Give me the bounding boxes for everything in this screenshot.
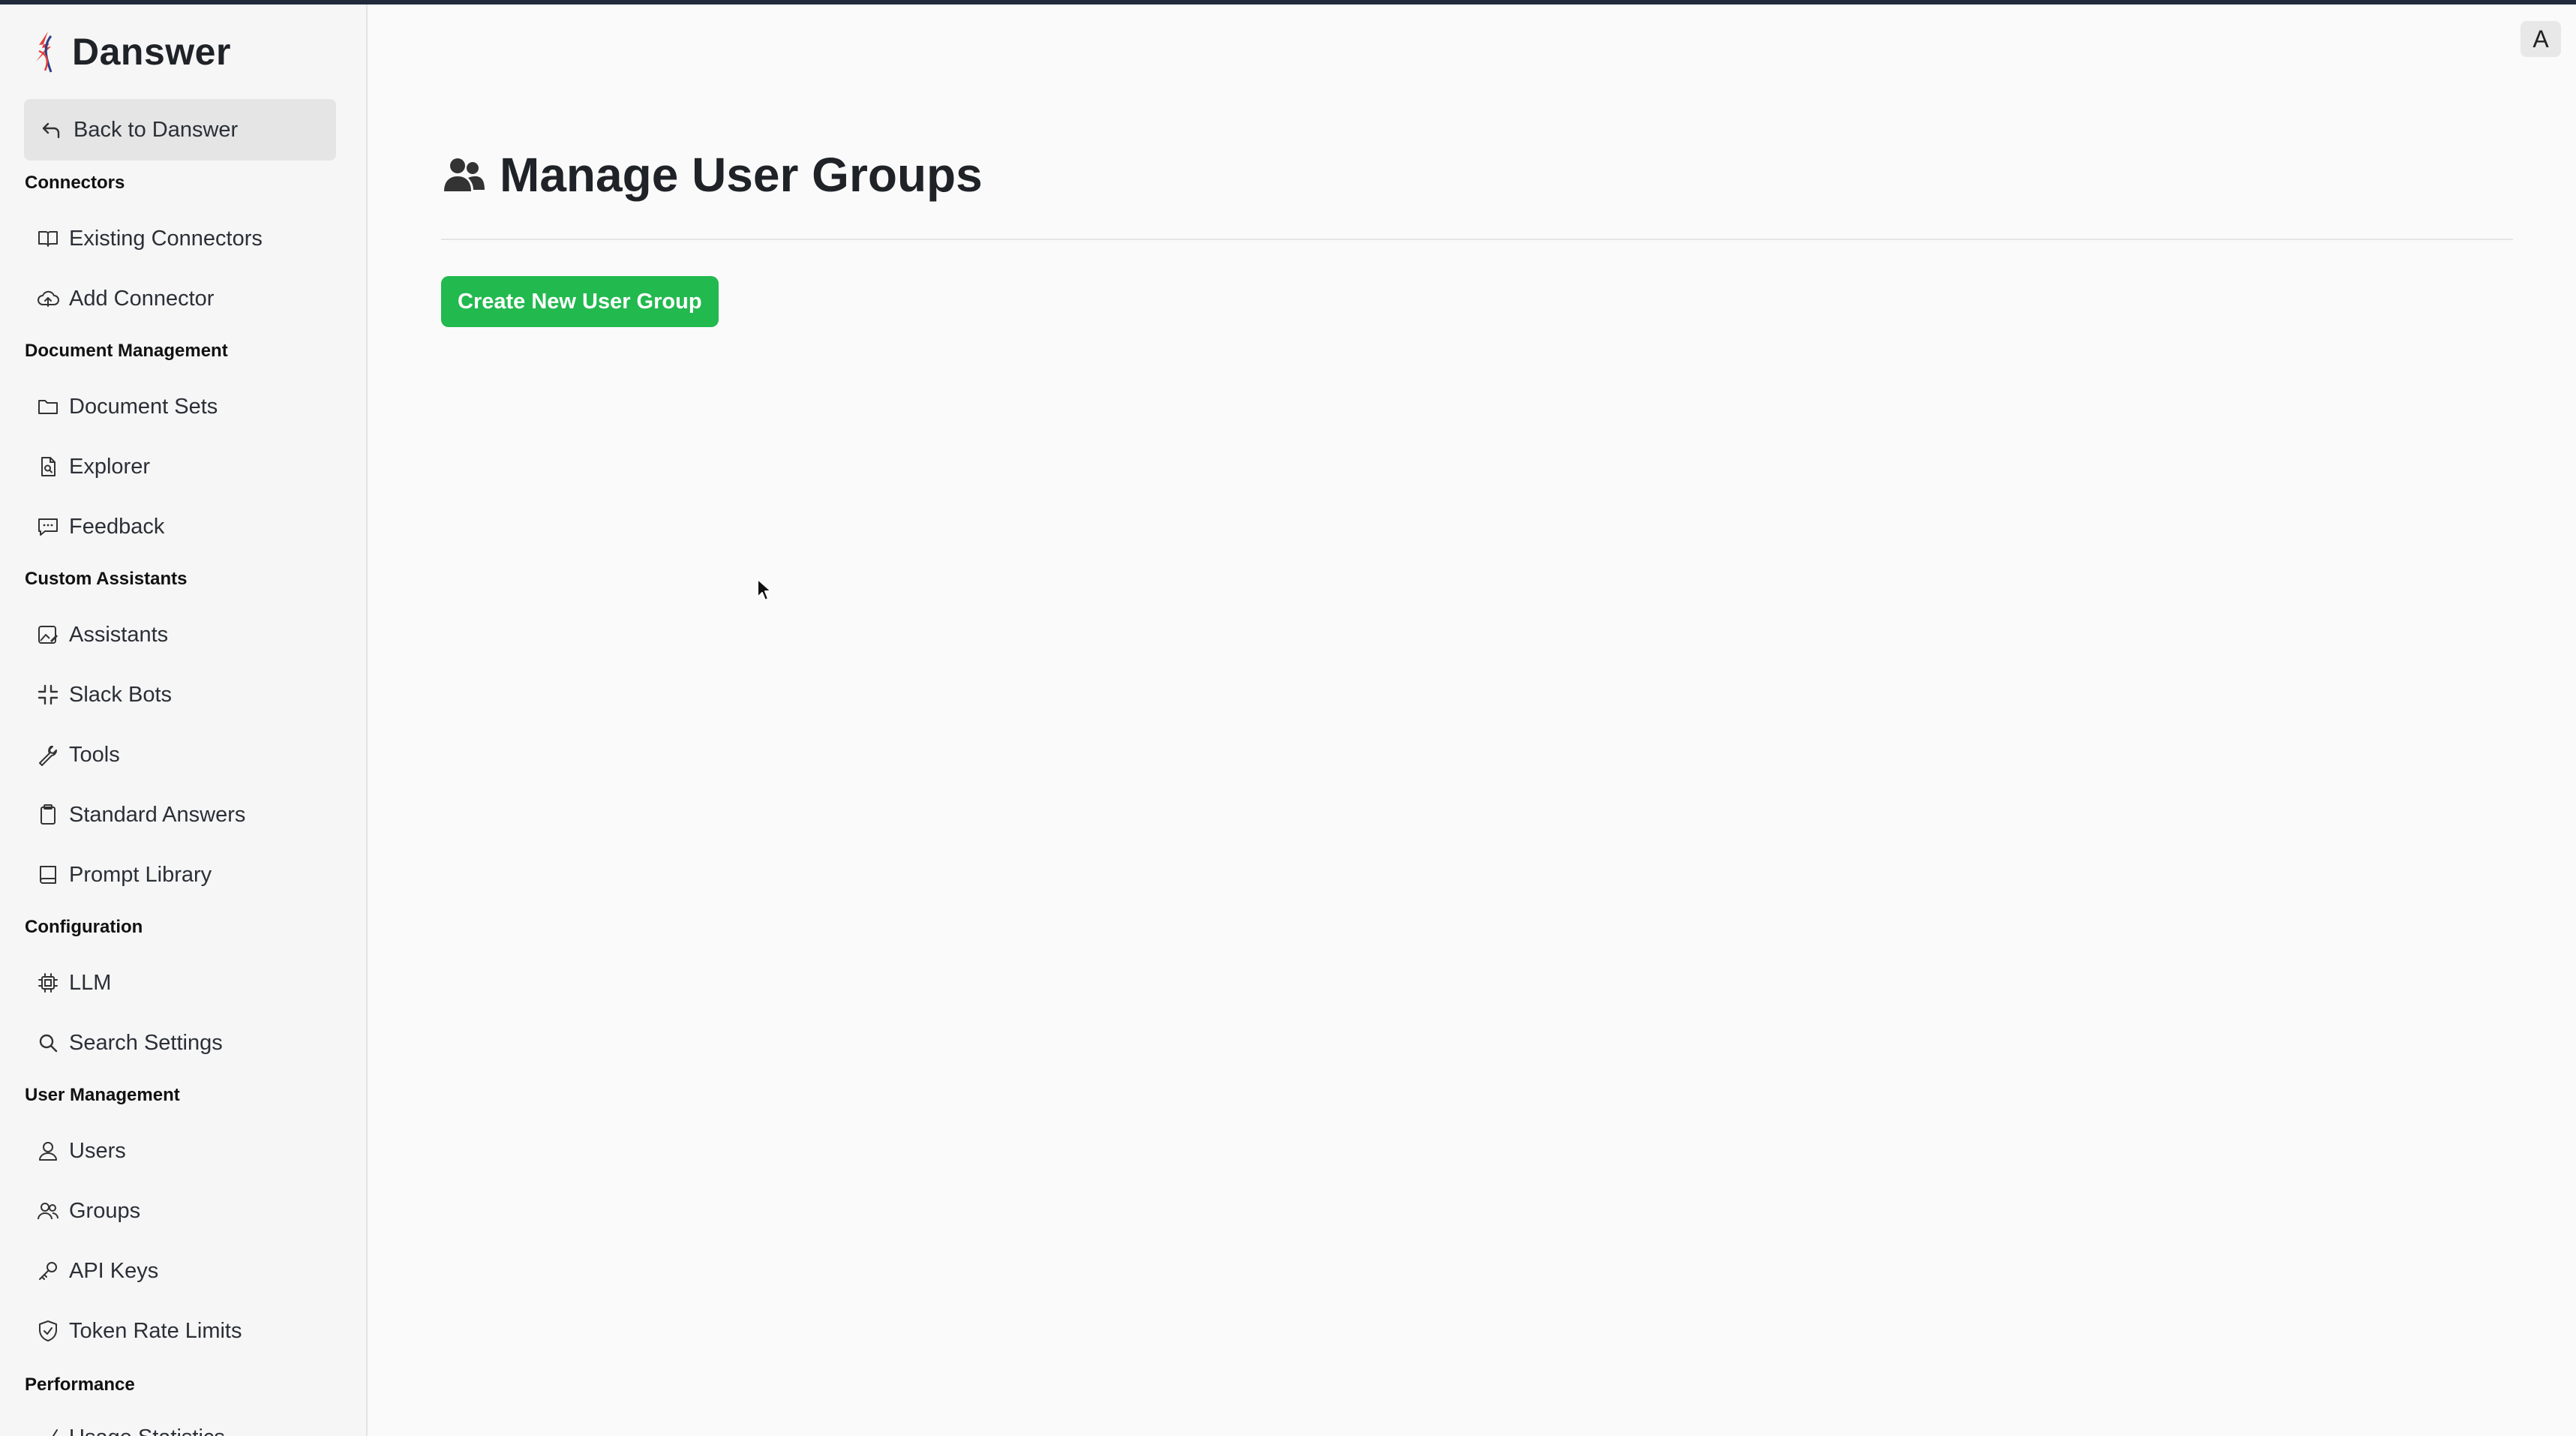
users-icon [441, 155, 486, 194]
create-new-user-group-button[interactable]: Create New User Group [441, 276, 719, 327]
sidebar-item-explorer[interactable]: Explorer [36, 446, 150, 488]
sidebar-item-usage-statistics[interactable]: Usage Statistics [36, 1416, 225, 1436]
page-header: Manage User Groups [441, 147, 983, 203]
section-configuration: Configuration [25, 917, 143, 937]
chart-icon [36, 1425, 60, 1436]
book-open-icon [36, 227, 60, 251]
sidebar-item-search-settings[interactable]: Search Settings [36, 1022, 223, 1064]
sidebar-item-existing-connectors[interactable]: Existing Connectors [36, 218, 263, 260]
sidebar-item-add-connector[interactable]: Add Connector [36, 278, 214, 320]
sidebar-item-prompt-library[interactable]: Prompt Library [36, 854, 212, 896]
section-connectors: Connectors [25, 173, 125, 193]
brand-name: Danswer [72, 31, 231, 73]
back-to-danswer-button[interactable]: Back to Danswer [24, 99, 336, 161]
message-icon [36, 515, 60, 539]
search-icon [36, 1031, 60, 1055]
main-content: Manage User Groups Create New User Group… [369, 5, 2576, 1436]
folder-icon [36, 395, 60, 419]
sidebar-item-label: Users [69, 1138, 126, 1163]
slack-icon [36, 683, 60, 707]
sidebar-item-slack-bots[interactable]: Slack Bots [36, 674, 172, 716]
sidebar: Danswer Back to Danswer Connectors Exist… [0, 5, 368, 1436]
sidebar-item-label: Groups [69, 1198, 141, 1223]
wrench-icon [36, 743, 60, 767]
sidebar-item-label: Add Connector [69, 286, 215, 311]
page-title: Manage User Groups [500, 148, 983, 202]
sidebar-item-label: Prompt Library [69, 862, 212, 887]
sidebar-item-assistants[interactable]: Assistants [36, 614, 168, 656]
section-user-management: User Management [25, 1085, 180, 1105]
key-icon [36, 1259, 60, 1283]
sidebar-item-label: Assistants [69, 622, 169, 647]
sidebar-item-document-sets[interactable]: Document Sets [36, 386, 218, 428]
sidebar-item-users[interactable]: Users [36, 1130, 126, 1172]
back-to-danswer-label: Back to Danswer [74, 117, 239, 142]
sidebar-item-label: Tools [69, 742, 120, 767]
sidebar-item-label: API Keys [69, 1258, 159, 1283]
shield-check-icon [36, 1319, 60, 1343]
sidebar-item-tools[interactable]: Tools [36, 734, 120, 776]
arrow-back-icon [39, 118, 63, 142]
sidebar-item-token-rate-limits[interactable]: Token Rate Limits [36, 1310, 242, 1352]
book-icon [36, 863, 60, 887]
header-divider [441, 239, 2513, 240]
sidebar-item-llm[interactable]: LLM [36, 962, 111, 1004]
image-edit-icon [36, 623, 60, 647]
clipboard-icon [36, 803, 60, 827]
sidebar-item-label: Token Rate Limits [69, 1318, 242, 1343]
danswer-logo-icon [29, 29, 62, 75]
sidebar-item-label: Slack Bots [69, 682, 172, 707]
user-avatar[interactable]: A [2520, 21, 2561, 57]
sidebar-item-label: Search Settings [69, 1030, 223, 1055]
sidebar-item-label: Usage Statistics [69, 1425, 225, 1436]
sidebar-item-feedback[interactable]: Feedback [36, 506, 164, 548]
sidebar-item-label: Standard Answers [69, 802, 246, 827]
file-search-icon [36, 455, 60, 479]
cpu-icon [36, 971, 60, 995]
brand[interactable]: Danswer [29, 29, 231, 75]
sidebar-item-label: LLM [69, 970, 112, 995]
section-custom-assistants: Custom Assistants [25, 569, 188, 589]
section-performance: Performance [25, 1374, 135, 1395]
user-icon [36, 1139, 60, 1163]
sidebar-item-label: Explorer [69, 454, 150, 479]
mouse-cursor-icon [756, 578, 774, 603]
section-document-management: Document Management [25, 341, 228, 361]
sidebar-item-label: Document Sets [69, 394, 218, 419]
sidebar-item-groups[interactable]: Groups [36, 1190, 140, 1232]
users-icon [36, 1199, 60, 1223]
cloud-upload-icon [36, 287, 60, 311]
sidebar-item-standard-answers[interactable]: Standard Answers [36, 794, 245, 836]
sidebar-item-api-keys[interactable]: API Keys [36, 1250, 158, 1292]
sidebar-item-label: Feedback [69, 514, 165, 539]
sidebar-item-label: Existing Connectors [69, 226, 263, 251]
